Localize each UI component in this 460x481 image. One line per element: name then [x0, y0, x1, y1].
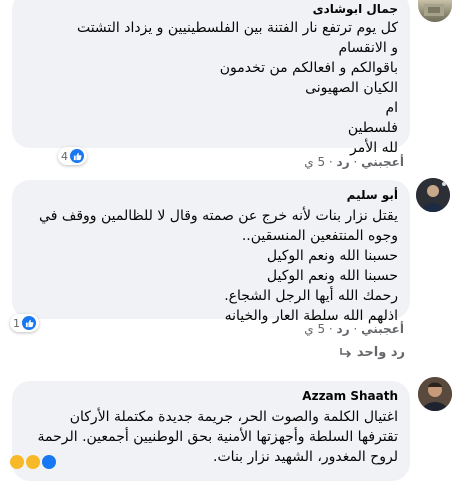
- like-link[interactable]: أعجبني: [361, 155, 404, 169]
- like-link[interactable]: أعجبني: [361, 322, 404, 336]
- comment-author[interactable]: جمال ابوشادى: [24, 2, 398, 16]
- reaction-number: 1: [13, 316, 20, 330]
- sad-reaction-icon: [26, 455, 40, 469]
- avatar[interactable]: [416, 178, 450, 212]
- timestamp[interactable]: 5 ي: [304, 155, 325, 169]
- comment-actions: أعجبني · رد · 5 ي: [304, 322, 404, 336]
- comment-author[interactable]: أبو سليم: [24, 188, 398, 202]
- reply-arrow-icon: [340, 347, 352, 358]
- comment-bubble: أبو سليم يقتل نزار بنات لأنه خرج عن صمته…: [12, 180, 410, 324]
- reaction-number: 4: [61, 149, 68, 163]
- comment-author[interactable]: Azzam Shaath: [24, 389, 398, 403]
- reply-link[interactable]: رد: [337, 155, 350, 169]
- reaction-count[interactable]: 4: [58, 147, 87, 165]
- comment-text-line: كل يوم ترتفع نار الفتنة بين الفلسطينيين …: [76, 20, 398, 36]
- comment-text-line: رحمك الله أيها الرجل الشجاع.: [224, 288, 398, 304]
- comment-actions: أعجبني · رد · 5 ي: [304, 155, 404, 169]
- comment-text-line: اغتيال الكلمة والصوت الحر، جريمة جديدة م…: [69, 409, 398, 425]
- avatar-image: [424, 4, 444, 16]
- avatar-image: [416, 178, 450, 212]
- view-replies-label: رد واحد: [356, 345, 405, 360]
- reply-link[interactable]: رد: [337, 322, 350, 336]
- comment-text-line: ام: [385, 100, 398, 116]
- comment-bubble: جمال ابوشادى كل يوم ترتفع نار الفتنة بين…: [12, 0, 410, 156]
- view-replies-link[interactable]: رد واحد: [339, 345, 405, 360]
- comment-text-line: حسبنا الله ونعم الوكيل: [266, 268, 398, 284]
- comment-text-line: و الانقسام: [338, 40, 399, 56]
- like-reaction-icon: [70, 149, 84, 163]
- like-reaction-icon: [42, 455, 56, 469]
- avatar[interactable]: [418, 377, 452, 411]
- comment-text-line: يقتل نزار بنات لأنه خرج عن صمته وقال لا …: [39, 208, 398, 224]
- like-reaction-icon: [22, 316, 36, 330]
- reaction-icons[interactable]: [10, 455, 56, 469]
- comment-text-line: وجوه المنتفعين المنسقين..: [241, 228, 398, 244]
- comment-text-line: باقوالكم و افعالكم من تخدمون: [219, 60, 398, 76]
- avatar-image: [418, 377, 452, 411]
- comment-text-line: فلسطين: [347, 120, 398, 136]
- comment-text-line: حسبنا الله ونعم الوكيل: [266, 248, 398, 264]
- comment-bubble: Azzam Shaath اغتيال الكلمة والصوت الحر، …: [12, 381, 410, 481]
- haha-reaction-icon: [10, 455, 24, 469]
- reaction-count[interactable]: 1: [10, 314, 39, 332]
- avatar[interactable]: [418, 0, 452, 22]
- comment-text-line: لروح المغدور، الشهيد نزار بنات.: [213, 449, 398, 465]
- comment-text-line: الكيان الصهيونى: [305, 80, 398, 96]
- comment-text-line: تقترفها السلطة وأجهزتها الأمنية بحق الوط…: [37, 429, 398, 445]
- timestamp[interactable]: 5 ي: [304, 322, 325, 336]
